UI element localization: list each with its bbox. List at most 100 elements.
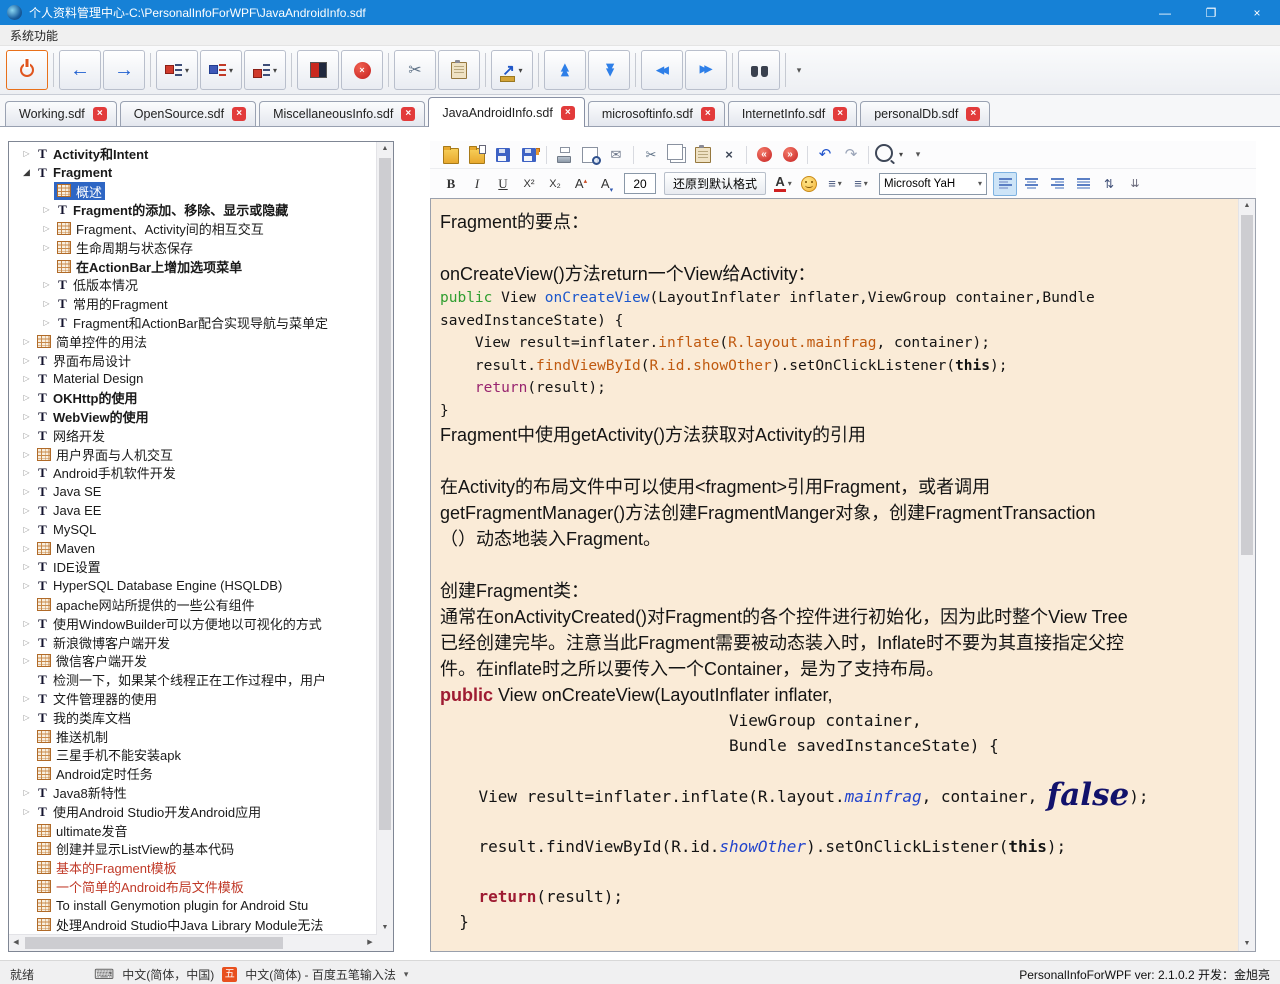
- minimize-button[interactable]: —: [1142, 0, 1188, 25]
- tab-microsoftinfo.sdf[interactable]: microsoftinfo.sdf ×: [587, 101, 725, 126]
- align-right-button[interactable]: [1045, 172, 1069, 196]
- paste-node-button[interactable]: [438, 50, 480, 90]
- collapsed-arrow-icon[interactable]: ▷: [19, 656, 34, 665]
- copy-button[interactable]: [665, 143, 689, 167]
- tree-item[interactable]: apache网站所提供的一些公有组件: [9, 595, 377, 614]
- tab-personalDb.sdf[interactable]: personalDb.sdf ×: [860, 101, 991, 126]
- nav-first-button[interactable]: «: [752, 143, 776, 167]
- scrollbar-thumb[interactable]: [1241, 215, 1253, 555]
- tree-item[interactable]: To install Genymotion plugin for Android…: [9, 896, 377, 915]
- dropdown-caret-icon[interactable]: ▾: [978, 179, 982, 188]
- export-button[interactable]: ↗ ▾: [491, 50, 533, 90]
- redo-button[interactable]: ↷: [839, 143, 863, 167]
- tree-item[interactable]: 三星手机不能安装apk: [9, 746, 377, 765]
- cut-node-button[interactable]: ✂: [394, 50, 436, 90]
- collapsed-arrow-icon[interactable]: ▷: [19, 487, 34, 496]
- forward-button[interactable]: →: [103, 50, 145, 90]
- numbered-list-button[interactable]: ≡ ▾: [849, 172, 873, 196]
- format-toolbar-overflow-button[interactable]: ⇊: [1123, 172, 1147, 196]
- save-as-button[interactable]: [517, 143, 541, 167]
- tab-close-icon[interactable]: ×: [232, 107, 247, 121]
- collapsed-arrow-icon[interactable]: ▷: [39, 280, 54, 289]
- tab-close-icon[interactable]: ×: [833, 107, 848, 121]
- tab-close-icon[interactable]: ×: [92, 107, 107, 121]
- collapsed-arrow-icon[interactable]: ▷: [19, 788, 34, 797]
- panel-splitter[interactable]: [394, 141, 430, 952]
- dropdown-caret-icon[interactable]: ▾: [273, 66, 277, 75]
- email-button[interactable]: ✉: [604, 143, 628, 167]
- editor-content[interactable]: Fragment的要点： onCreateView()方法return一个Vie…: [431, 199, 1239, 951]
- underline-button[interactable]: U: [491, 172, 515, 196]
- tree-item[interactable]: 处理Android Studio中Java Library Module无法: [9, 915, 377, 934]
- tab-close-icon[interactable]: ×: [560, 105, 575, 120]
- font-color-button[interactable]: A ▾: [771, 172, 795, 196]
- tab-close-icon[interactable]: ×: [401, 107, 416, 121]
- dropdown-caret-icon[interactable]: ▾: [185, 66, 189, 75]
- collapsed-arrow-icon[interactable]: ▷: [19, 356, 34, 365]
- tree-item[interactable]: ultimate发音: [9, 821, 377, 840]
- collapsed-arrow-icon[interactable]: ▷: [19, 337, 34, 346]
- tree-item[interactable]: ▷ 微信客户端开发: [9, 652, 377, 671]
- collapsed-arrow-icon[interactable]: ▷: [19, 149, 34, 158]
- tree-item[interactable]: ◢ T Fragment: [9, 163, 377, 182]
- tree-item[interactable]: ▷ T 文件管理器的使用: [9, 689, 377, 708]
- move-down-button[interactable]: ▶▶: [588, 50, 630, 90]
- bullet-list-button[interactable]: ≡ ▾: [823, 172, 847, 196]
- tree-item[interactable]: ▷ T Java EE: [9, 501, 377, 520]
- line-spacing-button[interactable]: ⇅: [1097, 172, 1121, 196]
- tree-item[interactable]: ▷ T IDE设置: [9, 558, 377, 577]
- tree-item[interactable]: ▷ 用户界面与人机交互: [9, 445, 377, 464]
- maximize-button[interactable]: ❐: [1188, 0, 1234, 25]
- tab-close-icon[interactable]: ×: [966, 107, 981, 121]
- prev-node-button[interactable]: ▶▶: [641, 50, 683, 90]
- collapsed-arrow-icon[interactable]: ▷: [19, 393, 34, 402]
- next-node-button[interactable]: ▶▶: [685, 50, 727, 90]
- tree-collapse-dropdown[interactable]: ▾: [244, 50, 286, 90]
- italic-button[interactable]: I: [465, 172, 489, 196]
- tab-MiscellaneousInfo.sdf[interactable]: MiscellaneousInfo.sdf ×: [259, 101, 426, 126]
- tree-item[interactable]: 在ActionBar上增加选项菜单: [9, 257, 377, 276]
- tab-Working.sdf[interactable]: Working.sdf ×: [5, 101, 117, 126]
- restore-format-button[interactable]: 还原到默认格式: [664, 172, 767, 195]
- tree-item[interactable]: 创建并显示ListView的基本代码: [9, 839, 377, 858]
- scroll-up-icon[interactable]: ▲: [377, 142, 393, 156]
- delete-node-button[interactable]: ×: [341, 50, 383, 90]
- collapsed-arrow-icon[interactable]: ▷: [19, 581, 34, 590]
- status-language[interactable]: 中文(简体，中国): [122, 966, 214, 983]
- collapsed-arrow-icon[interactable]: ▷: [19, 807, 34, 816]
- collapsed-arrow-icon[interactable]: ▷: [19, 506, 34, 515]
- tree-style-dropdown[interactable]: ▾: [156, 50, 198, 90]
- tab-JavaAndroidInfo.sdf[interactable]: JavaAndroidInfo.sdf ×: [428, 97, 585, 127]
- emoji-button[interactable]: [797, 172, 821, 196]
- search-button[interactable]: [738, 50, 780, 90]
- tree-item[interactable]: ▷ T 新浪微博客户端开发: [9, 633, 377, 652]
- tree-item[interactable]: ▷ T Java SE: [9, 482, 377, 501]
- dropdown-caret-icon[interactable]: ▾: [518, 66, 522, 75]
- scroll-down-icon[interactable]: ▼: [377, 921, 393, 935]
- move-up-button[interactable]: ▶▶: [544, 50, 586, 90]
- tree-item[interactable]: ▷ T 使用WindowBuilder可以方便地以可视化的方式: [9, 614, 377, 633]
- collapsed-arrow-icon[interactable]: ▷: [19, 694, 34, 703]
- scrollbar-thumb[interactable]: [25, 937, 283, 949]
- language-options-caret-icon[interactable]: ▾: [404, 969, 409, 980]
- tree-item[interactable]: 基本的Fragment模板: [9, 858, 377, 877]
- save-button[interactable]: [491, 143, 515, 167]
- collapsed-arrow-icon[interactable]: ▷: [39, 318, 54, 327]
- cut-button[interactable]: ✂: [639, 143, 663, 167]
- dropdown-caret-icon[interactable]: ▾: [838, 179, 842, 188]
- dropdown-caret-icon[interactable]: ▾: [229, 66, 233, 75]
- tree-item[interactable]: ▷ T 网络开发: [9, 426, 377, 445]
- tree-item[interactable]: ▷ 生命周期与状态保存: [9, 238, 377, 257]
- align-left-button[interactable]: [993, 171, 1018, 196]
- collapsed-arrow-icon[interactable]: ▷: [19, 374, 34, 383]
- tree-item[interactable]: ▷ 简单控件的用法: [9, 332, 377, 351]
- tree-item[interactable]: ▷ T MySQL: [9, 520, 377, 539]
- tree-item[interactable]: T 检测一下，如果某个线程正在工作过程中，用户: [9, 670, 377, 689]
- tree-item[interactable]: ▷ T Activity和Intent: [9, 144, 377, 163]
- zoom-button[interactable]: ▾: [874, 143, 904, 167]
- collapsed-arrow-icon[interactable]: ▷: [19, 544, 34, 553]
- collapsed-arrow-icon[interactable]: ▷: [19, 412, 34, 421]
- font-size-input[interactable]: 20: [624, 173, 656, 194]
- editor-vertical-scrollbar[interactable]: ▲ ▼: [1238, 199, 1255, 951]
- align-center-button[interactable]: [1019, 172, 1043, 196]
